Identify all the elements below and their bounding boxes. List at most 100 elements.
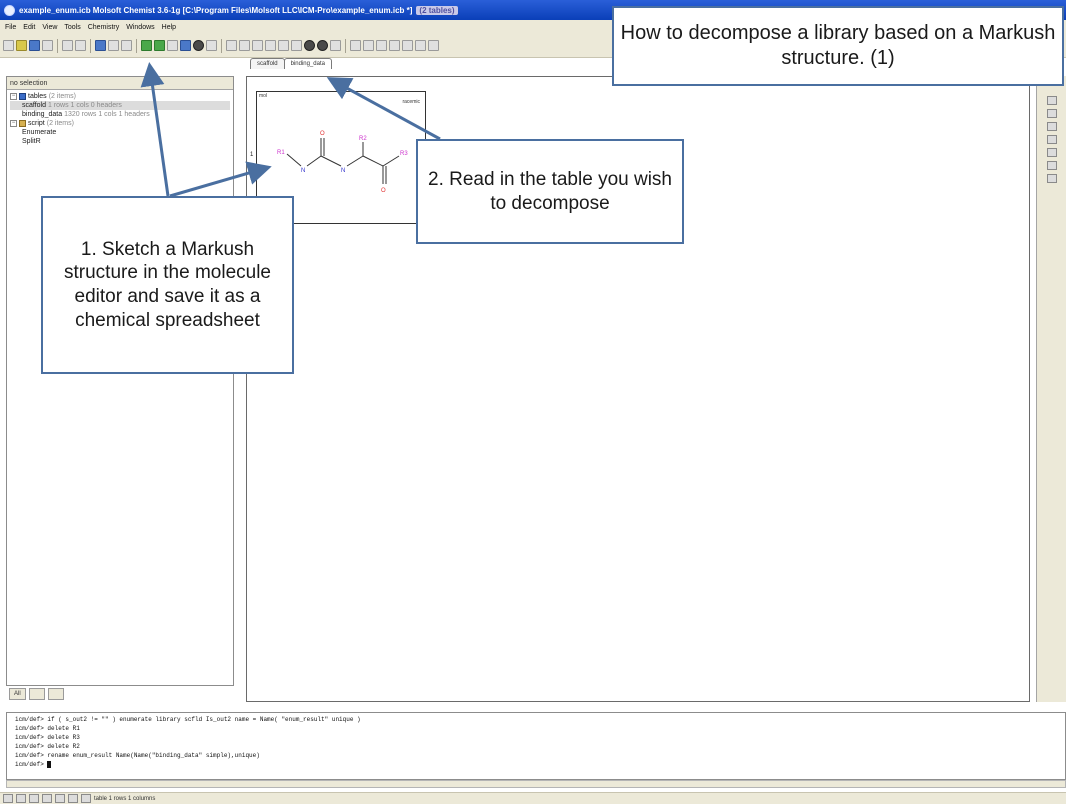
tree-meta: 1320 rows 1 cols 1 headers: [64, 111, 150, 118]
column-icon[interactable]: [278, 40, 289, 51]
table-add-icon[interactable]: [141, 40, 152, 51]
workspace-panel: no selection − tables (2 items) scaffold…: [6, 76, 234, 686]
console-prompt[interactable]: icm/def>: [15, 760, 1065, 769]
status-tool-icon[interactable]: [3, 794, 13, 803]
toolbar-separator: [221, 38, 222, 53]
status-text: table 1 rows 1 columns: [94, 795, 156, 802]
tree-label: SplitR: [22, 138, 41, 145]
tree-label: Enumerate: [22, 129, 57, 136]
menu-help[interactable]: Help: [162, 24, 176, 31]
tab-molecules-icon[interactable]: [47, 688, 64, 700]
align-icon[interactable]: [428, 40, 439, 51]
molecule-bonds: [286, 138, 400, 184]
grid-icon[interactable]: [1046, 135, 1057, 144]
tree-meta: 1 rows 1 cols 0 headers: [48, 102, 122, 109]
align-icon[interactable]: [415, 40, 426, 51]
console-line: icm/def> delete R1: [15, 725, 80, 732]
tab-scaffold[interactable]: scaffold: [250, 58, 285, 69]
collapse-icon[interactable]: −: [10, 120, 17, 127]
toolbar-separator: [136, 38, 137, 53]
table-folder-icon: [19, 93, 26, 100]
tab-binding-data[interactable]: binding_data: [283, 58, 332, 69]
new-file-icon[interactable]: [3, 40, 14, 51]
chart-icon[interactable]: [1046, 174, 1057, 183]
console-scrollbar[interactable]: [6, 780, 1066, 788]
workspace-tabs: All: [6, 686, 234, 702]
menu-view[interactable]: View: [42, 24, 57, 31]
status-tool-icon[interactable]: [81, 794, 91, 803]
ring-icon[interactable]: [121, 40, 132, 51]
toolbar-separator: [57, 38, 58, 53]
status-tool-icon[interactable]: [55, 794, 65, 803]
menu-file[interactable]: File: [5, 24, 16, 31]
slide-title-callout: How to decompose a library based on a Ma…: [612, 6, 1064, 86]
align-icon[interactable]: [363, 40, 374, 51]
tab-tables-icon[interactable]: [28, 688, 45, 700]
add-column-icon[interactable]: [1046, 161, 1057, 170]
tree-item-binding-data[interactable]: binding_data 1320 rows 1 cols 1 headers: [10, 110, 230, 119]
tree-label: script: [28, 120, 45, 127]
align-icon[interactable]: [389, 40, 400, 51]
status-tool-icon[interactable]: [16, 794, 26, 803]
molecule-editor-icon[interactable]: [95, 40, 106, 51]
status-bar: table 1 rows 1 columns: [0, 792, 1066, 804]
arrange-icon[interactable]: [180, 40, 191, 51]
status-tool-icon[interactable]: [42, 794, 52, 803]
table-edit-icon[interactable]: [154, 40, 165, 51]
step1-text: 1. Sketch a Markush structure in the mol…: [64, 238, 271, 331]
text-icon[interactable]: [291, 40, 302, 51]
console-line: icm/def> rename enum_result Name(Name("b…: [15, 752, 260, 759]
step2-callout: 2. Read in the table you wish to decompo…: [416, 139, 684, 244]
tree-item-script[interactable]: − script (2 items): [10, 119, 230, 128]
align-icon[interactable]: [376, 40, 387, 51]
menu-tools[interactable]: Tools: [64, 24, 80, 31]
tree-label: tables: [28, 93, 47, 100]
app-icon: [4, 4, 15, 16]
tree-item-scaffold[interactable]: scaffold 1 rows 1 cols 0 headers: [10, 101, 230, 110]
step1-callout: 1. Sketch a Markush structure in the mol…: [41, 196, 294, 374]
atom-label-o1: O: [320, 131, 325, 137]
menu-chemistry[interactable]: Chemistry: [88, 24, 120, 31]
tree-item-tables[interactable]: − tables (2 items): [10, 92, 230, 101]
status-tool-icon[interactable]: [68, 794, 78, 803]
chemistry-search-icon[interactable]: [108, 40, 119, 51]
tree-item-splitr[interactable]: SplitR: [10, 137, 230, 146]
close-x-icon[interactable]: [167, 40, 178, 51]
step2-text: 2. Read in the table you wish to decompo…: [428, 168, 672, 214]
stop-icon[interactable]: [193, 40, 204, 51]
grid-view-icon[interactable]: [226, 40, 237, 51]
console-line: icm/def> delete R3: [15, 734, 80, 741]
structure-icon[interactable]: [1046, 122, 1057, 131]
align-icon[interactable]: [402, 40, 413, 51]
undo-icon[interactable]: [62, 40, 73, 51]
tree-meta: (2 items): [48, 93, 76, 100]
pencil-icon[interactable]: [1046, 96, 1057, 105]
tree-label: scaffold: [22, 102, 46, 109]
tab-all[interactable]: All: [9, 688, 26, 700]
open-file-icon[interactable]: [16, 40, 27, 51]
table-icon[interactable]: [265, 40, 276, 51]
plot-icon[interactable]: [252, 40, 263, 51]
sphere-icon[interactable]: [304, 40, 315, 51]
row-number: 1: [250, 152, 254, 158]
print-icon[interactable]: [42, 40, 53, 51]
collapse-icon[interactable]: −: [10, 93, 17, 100]
surface-icon[interactable]: [317, 40, 328, 51]
atom-label-r1: R1: [277, 150, 285, 156]
tree-label: binding_data: [22, 111, 63, 118]
form-icon[interactable]: [1046, 148, 1057, 157]
bookmark-icon[interactable]: [206, 40, 217, 51]
command-console[interactable]: icm/def> if ( s_out2 != "" ) enumerate l…: [6, 712, 1066, 780]
wire-icon[interactable]: [330, 40, 341, 51]
tree-item-enumerate[interactable]: Enumerate: [10, 128, 230, 137]
status-tool-icon[interactable]: [29, 794, 39, 803]
menu-windows[interactable]: Windows: [126, 24, 154, 31]
menu-edit[interactable]: Edit: [23, 24, 35, 31]
workspace-tree: − tables (2 items) scaffold 1 rows 1 col…: [7, 90, 233, 148]
save-icon[interactable]: [29, 40, 40, 51]
form-view-icon[interactable]: [239, 40, 250, 51]
binoculars-icon[interactable]: [1046, 109, 1057, 118]
console-line: icm/def> delete R2: [15, 743, 80, 750]
redo-icon[interactable]: [75, 40, 86, 51]
align-icon[interactable]: [350, 40, 361, 51]
